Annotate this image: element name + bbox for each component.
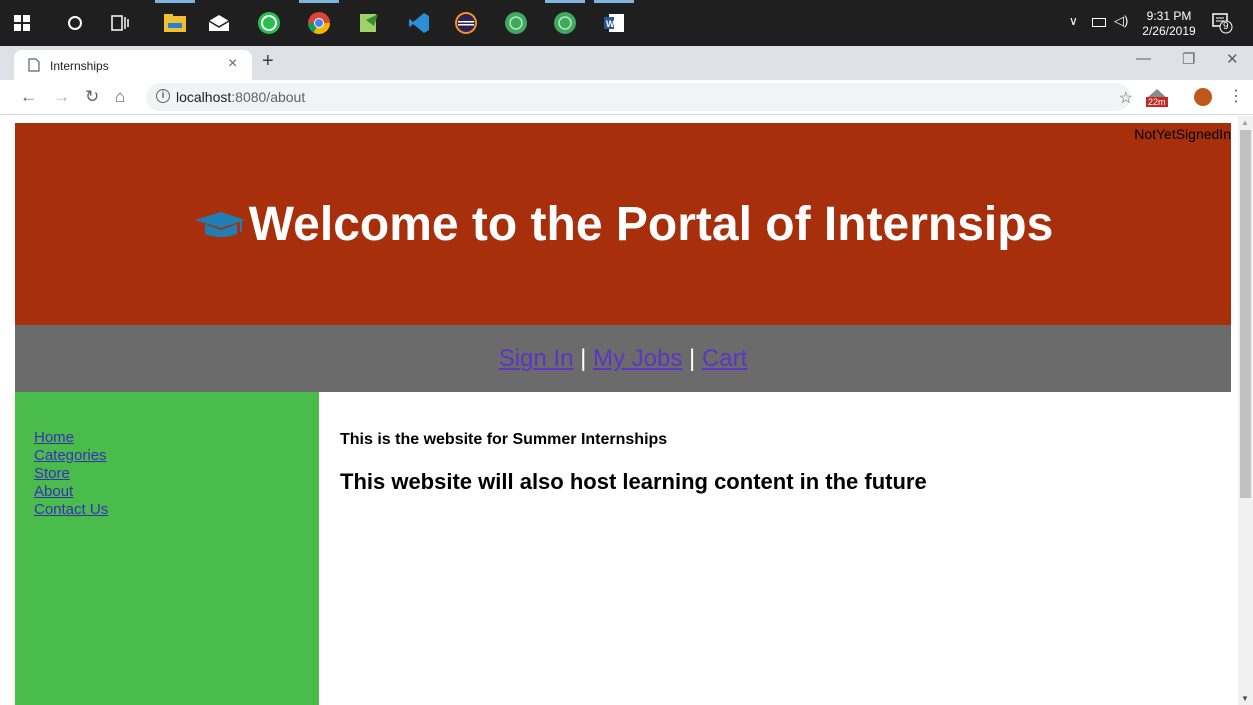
- home-icon[interactable]: ⌂: [115, 87, 125, 107]
- tab-close-icon[interactable]: ×: [228, 55, 237, 73]
- reload-icon[interactable]: ↻: [85, 87, 99, 107]
- volume-icon[interactable]: ◁): [1114, 13, 1128, 29]
- extension-badge: 22m: [1146, 97, 1168, 107]
- main-content: This is the website for Summer Internshi…: [340, 431, 927, 495]
- cortana-icon[interactable]: [61, 9, 89, 37]
- main-line-summer-internships: This is the website for Summer Internshi…: [340, 431, 668, 448]
- sidebar-item-contact-us[interactable]: Contact Us: [34, 501, 319, 519]
- back-icon[interactable]: ←: [20, 87, 37, 107]
- tab-internships[interactable]: Internships ×: [14, 50, 252, 80]
- url-host: localhost: [176, 89, 232, 105]
- notification-icon[interactable]: 9: [1211, 12, 1233, 34]
- clock-date: 2/26/2019: [1142, 24, 1196, 38]
- graduation-cap-icon: [194, 212, 245, 238]
- tab-title: Internships: [50, 59, 109, 73]
- scroll-down-icon[interactable]: ▼: [1241, 694, 1249, 703]
- clock[interactable]: 9:31 PM 2/26/2019: [1134, 9, 1204, 39]
- nav-separator: |: [689, 345, 696, 372]
- scroll-up-icon[interactable]: ▲: [1241, 118, 1249, 127]
- restore-icon[interactable]: ❐: [1182, 50, 1195, 68]
- extension-icon[interactable]: 22m: [1145, 86, 1169, 110]
- tray-chevron-icon[interactable]: ∨: [1069, 14, 1078, 28]
- main-line-learning-content: This website will also host learning con…: [340, 469, 927, 494]
- forward-icon[interactable]: →: [53, 87, 70, 107]
- file-explorer-icon[interactable]: [155, 0, 195, 37]
- profile-avatar[interactable]: [1194, 88, 1212, 106]
- site-info-icon[interactable]: i: [156, 89, 170, 103]
- sidebar-item-categories[interactable]: Categories: [34, 447, 319, 465]
- minimize-icon[interactable]: —: [1136, 50, 1151, 67]
- nav-cart-link[interactable]: Cart: [702, 345, 747, 372]
- scroll-thumb[interactable]: [1240, 130, 1251, 498]
- sidebar-item-about[interactable]: About: [34, 483, 319, 501]
- tab-strip: Internships ×: [0, 46, 1253, 80]
- notepad-icon[interactable]: [355, 9, 383, 37]
- nav-sign-in-link[interactable]: Sign In: [499, 345, 574, 372]
- new-tab-icon[interactable]: +: [262, 50, 274, 73]
- whatsapp-icon[interactable]: [255, 9, 283, 37]
- bookmark-star-icon[interactable]: ☆: [1119, 88, 1133, 108]
- page-viewport: NotYetSignedIn Welcome to the Portal of …: [0, 116, 1253, 705]
- url-path: :8080/about: [231, 89, 306, 105]
- browser-toolbar: ← → ↻ ⌂ i localhost:8080/about ☆ 22m ⋮: [0, 80, 1253, 115]
- vertical-scrollbar[interactable]: ▲ ▼: [1238, 116, 1253, 705]
- close-window-icon[interactable]: ✕: [1226, 50, 1239, 68]
- app-icon[interactable]: [502, 9, 530, 37]
- nav-separator: |: [580, 345, 587, 372]
- vscode-icon[interactable]: [405, 9, 433, 37]
- notification-count: 9: [1223, 21, 1229, 32]
- signin-status: NotYetSignedIn: [1134, 126, 1231, 142]
- eclipse-icon[interactable]: [452, 9, 480, 37]
- sidebar-item-store[interactable]: Store: [34, 465, 319, 483]
- mail-icon[interactable]: [205, 9, 233, 37]
- main-navbar: Sign In | My Jobs | Cart: [15, 325, 1231, 392]
- page-header: NotYetSignedIn Welcome to the Portal of …: [15, 123, 1231, 325]
- sidebar-item-home[interactable]: Home: [34, 429, 319, 447]
- page-title: Welcome to the Portal of Internsips: [15, 197, 1231, 252]
- app-icon[interactable]: [545, 0, 585, 37]
- url-text[interactable]: localhost:8080/about: [176, 89, 305, 105]
- chrome-icon[interactable]: [299, 0, 339, 37]
- task-view-icon[interactable]: [106, 9, 134, 37]
- battery-icon[interactable]: [1092, 18, 1106, 27]
- nav-my-jobs-link[interactable]: My Jobs: [593, 345, 682, 372]
- word-icon[interactable]: W: [594, 0, 634, 37]
- page-title-text: Welcome to the Portal of Internsips: [248, 198, 1054, 251]
- clock-time: 9:31 PM: [1146, 9, 1192, 23]
- sidebar: Home Categories Store About Contact Us: [15, 392, 319, 705]
- page-icon: [28, 58, 40, 72]
- menu-dots-icon[interactable]: ⋮: [1228, 86, 1244, 106]
- address-bar[interactable]: i localhost:8080/about ☆: [146, 83, 1133, 111]
- svg-text:W: W: [606, 19, 615, 29]
- start-icon[interactable]: [8, 9, 36, 37]
- windows-taskbar: W ∨ ◁) 9:31 PM 2/26/2019 9: [0, 0, 1253, 46]
